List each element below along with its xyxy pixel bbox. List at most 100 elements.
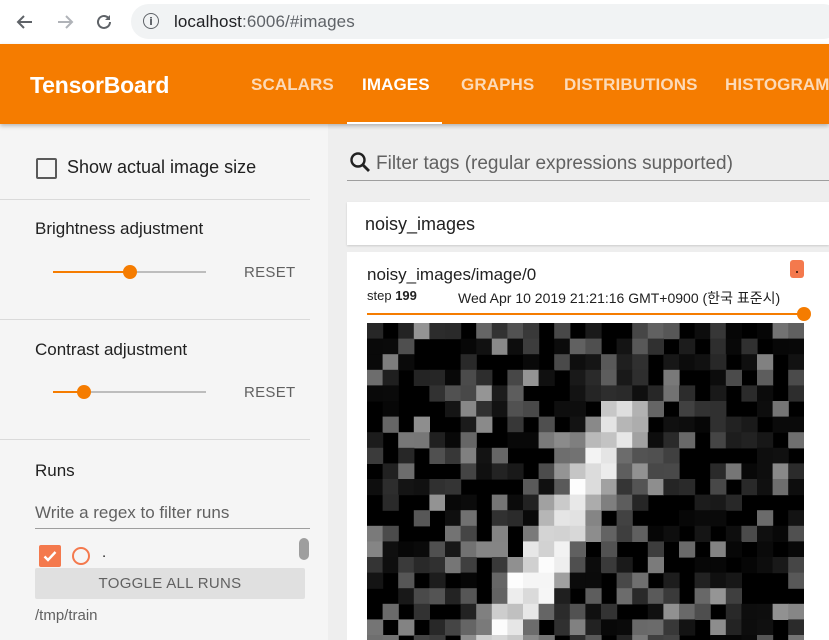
image-pixel [757, 432, 774, 449]
image-pixel [429, 494, 446, 511]
image-pixel [741, 385, 758, 402]
image-pixel [398, 479, 415, 496]
image-pixel [382, 416, 399, 433]
image-pixel [507, 572, 524, 589]
runs-filter-input[interactable] [35, 498, 310, 529]
image-pixel [398, 572, 415, 589]
search-underline [347, 180, 829, 181]
image-pixel [554, 447, 571, 464]
step-slider-thumb[interactable] [797, 307, 811, 321]
image-pixel [429, 635, 446, 640]
image-pixel [647, 619, 664, 636]
image-pixel [632, 385, 649, 402]
tag-filter-input[interactable] [376, 150, 829, 178]
image-pixel [679, 338, 696, 355]
back-arrow-icon[interactable] [14, 11, 36, 33]
image-pixel [757, 369, 774, 386]
image-pixel [538, 525, 555, 542]
image-pixel [507, 510, 524, 527]
image-pixel [523, 354, 540, 371]
tab-images[interactable]: IMAGES [362, 75, 430, 95]
image-pixel [429, 619, 446, 636]
image-pixel [382, 525, 399, 542]
image-pixel [632, 619, 649, 636]
image-pixel [445, 588, 462, 605]
image-pixel [710, 494, 727, 511]
image-pixel [585, 588, 602, 605]
image-pixel [679, 401, 696, 418]
category-header[interactable]: noisy_images [347, 202, 829, 245]
image-pixel [460, 572, 477, 589]
image-pixel [632, 479, 649, 496]
image-pixel [445, 447, 462, 464]
runs-scrollbar[interactable] [299, 538, 309, 560]
image-pixel [632, 354, 649, 371]
image-pixel [710, 619, 727, 636]
image-pixel [445, 369, 462, 386]
image-pixel [554, 557, 571, 574]
image-pixel [788, 369, 804, 386]
image-pixel [491, 557, 508, 574]
image-pixel [725, 619, 742, 636]
image-card-title: noisy_images/image/0 [367, 265, 537, 284]
image-pixel [647, 432, 664, 449]
brightness-reset-button[interactable]: RESET [244, 264, 296, 281]
toggle-all-runs-button[interactable]: TOGGLE ALL RUNS [35, 568, 305, 599]
image-pixel [772, 447, 789, 464]
contrast-reset-button[interactable]: RESET [244, 384, 296, 401]
show-actual-size-checkbox[interactable] [36, 158, 57, 179]
image-pixel [569, 541, 586, 558]
contrast-slider-thumb[interactable] [76, 385, 91, 399]
image-pixel [367, 635, 384, 640]
image-pixel [788, 635, 804, 640]
image-pixel [554, 401, 571, 418]
image-pixel [476, 385, 493, 402]
step-slider-track[interactable] [367, 313, 803, 315]
image-pixel [601, 369, 618, 386]
step-indicator: step 199 [367, 288, 417, 303]
run-color-radio[interactable] [72, 547, 90, 565]
image-pixel [694, 494, 711, 511]
image-pixel [491, 525, 508, 542]
image-pixel [491, 323, 508, 340]
image-pixel [538, 463, 555, 480]
image-pixel [710, 572, 727, 589]
reload-icon[interactable] [93, 11, 115, 33]
image-pixel [523, 557, 540, 574]
tab-scalars[interactable]: SCALARS [251, 75, 334, 95]
image-pixel [725, 572, 742, 589]
image-pixel [632, 432, 649, 449]
tab-histograms[interactable]: HISTOGRAMS [725, 75, 829, 95]
image-pixel [413, 603, 430, 620]
image-pixel [601, 401, 618, 418]
info-icon[interactable]: i [143, 13, 159, 29]
run-checkbox[interactable] [39, 545, 61, 567]
image-pixel [382, 479, 399, 496]
image-pixel [367, 572, 384, 589]
image-pixel [429, 541, 446, 558]
app-title: TensorBoard [30, 72, 170, 98]
image-pixel [367, 525, 384, 542]
image-pixel [538, 635, 555, 640]
image-pixel [507, 619, 524, 636]
brightness-slider-thumb[interactable] [122, 265, 137, 279]
image-pixel [710, 323, 727, 340]
forward-arrow-icon[interactable] [54, 11, 76, 33]
image-pixel [585, 354, 602, 371]
image-pixel [632, 525, 649, 542]
address-bar[interactable]: i localhost:6006/#images [131, 4, 829, 39]
image-pixel [710, 479, 727, 496]
image-pixel [445, 401, 462, 418]
tab-graphs[interactable]: GRAPHS [461, 75, 534, 95]
image-pixel [569, 463, 586, 480]
image-pixel [367, 323, 384, 340]
image-pixel [788, 479, 804, 496]
image-pixel [413, 510, 430, 527]
tab-distributions[interactable]: DISTRIBUTIONS [564, 75, 698, 95]
sidebar-divider [0, 319, 310, 320]
run-name: . [102, 544, 107, 561]
image-pixel [788, 557, 804, 574]
image-pixel [585, 447, 602, 464]
image-pixel [554, 619, 571, 636]
image-pixel [382, 635, 399, 640]
